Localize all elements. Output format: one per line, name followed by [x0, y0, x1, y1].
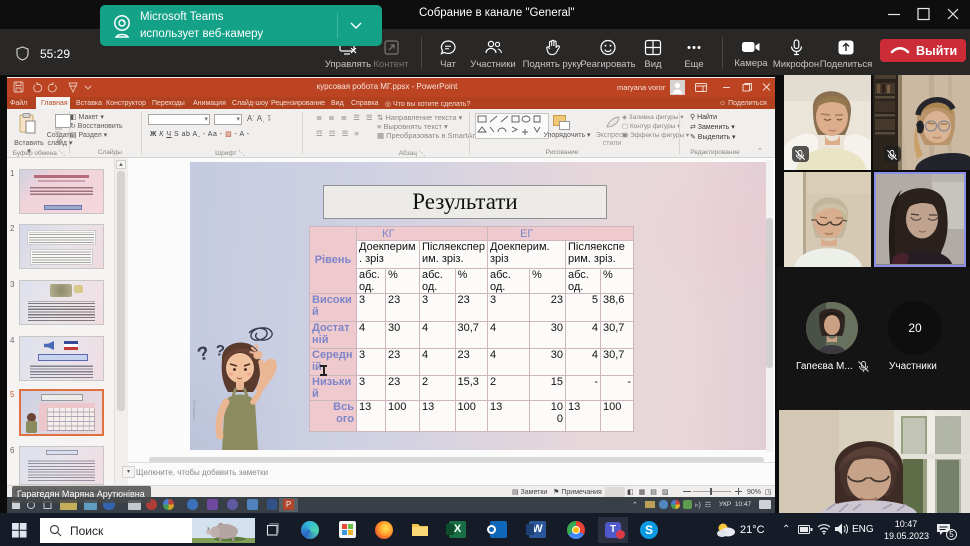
- svg-text:ustinka.org: ustinka.org: [192, 400, 196, 420]
- svg-text:?: ?: [195, 343, 211, 366]
